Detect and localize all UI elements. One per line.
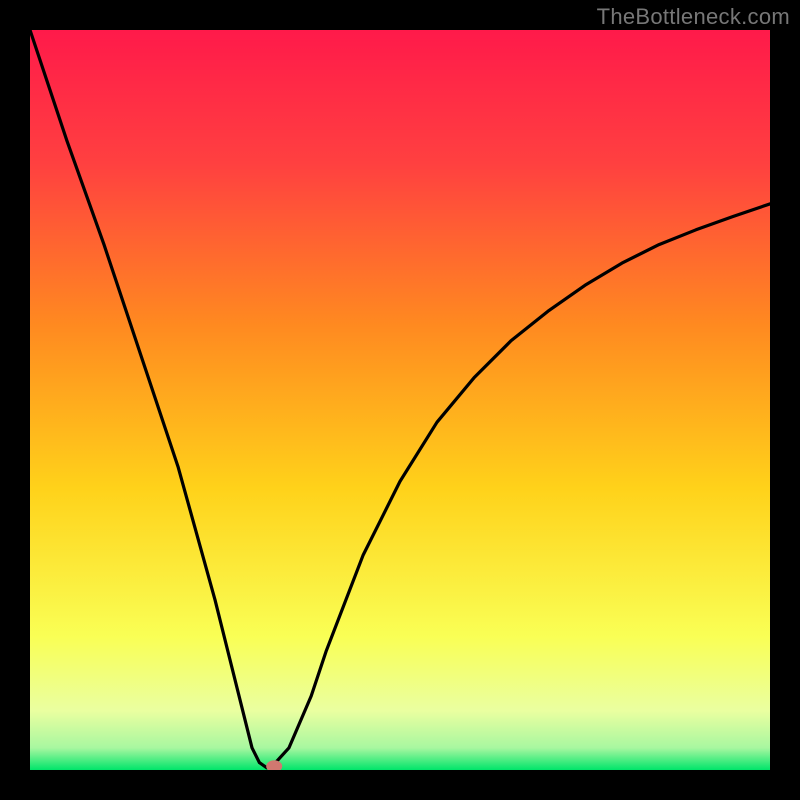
chart-frame: TheBottleneck.com bbox=[0, 0, 800, 800]
chart-background bbox=[30, 30, 770, 770]
watermark-text: TheBottleneck.com bbox=[597, 4, 790, 30]
plot-area bbox=[30, 30, 770, 770]
chart-svg bbox=[30, 30, 770, 770]
